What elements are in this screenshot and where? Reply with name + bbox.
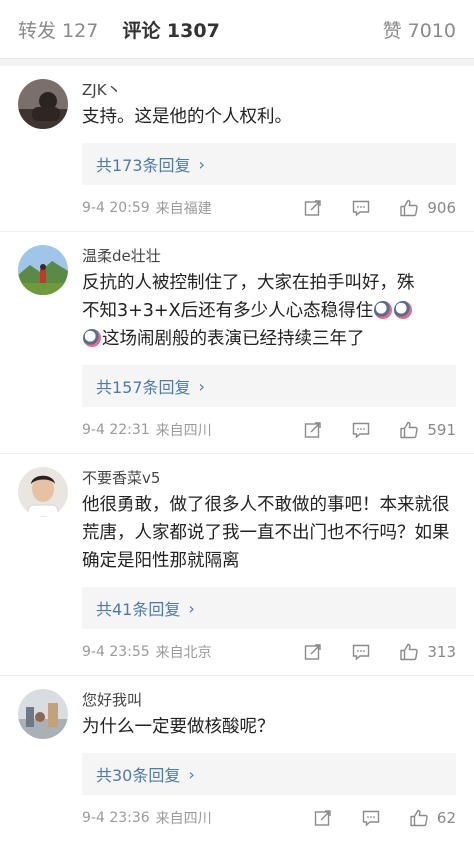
like-button[interactable]: 313 <box>399 642 456 662</box>
username[interactable]: ZJK丶 <box>82 79 456 101</box>
avatar[interactable] <box>18 689 68 739</box>
like-count: 313 <box>427 643 456 661</box>
comment-icon <box>362 810 380 827</box>
comment-source: 来自北京 <box>155 645 212 661</box>
comment-source: 来自四川 <box>155 811 212 827</box>
comment-actions: 591 <box>275 420 456 440</box>
comment-text-line: 不知3+3+X后还有多少人心态稳得住 <box>82 297 456 325</box>
like-button[interactable]: 591 <box>399 420 456 440</box>
avatar[interactable] <box>18 467 68 517</box>
comment-time: 9-4 23:55 <box>82 644 150 660</box>
comment-button[interactable] <box>351 420 371 440</box>
chevron-right-icon: › <box>198 154 205 174</box>
tab-bar: 转发 127 评论 1307 赞 7010 <box>0 0 474 59</box>
comment-button[interactable] <box>361 808 381 828</box>
thumbs-up-icon <box>400 199 419 217</box>
replies-link[interactable]: 共157条回复 › <box>82 365 456 407</box>
tab-reposts[interactable]: 转发 127 <box>18 16 98 43</box>
comment-text-fragment: 这场闹剧般的表演已经持续三年了 <box>102 329 365 349</box>
share-icon <box>305 200 322 216</box>
comment-text: 为什么一定要做核酸呢？ <box>82 717 275 737</box>
like-button[interactable]: 906 <box>399 198 456 218</box>
comment-text: 反抗的人被控制住了，大家在拍手叫好，殊 不知3+3+X后还有多少人心态稳得住 这… <box>82 269 456 353</box>
doge-emoji-icon <box>374 301 393 319</box>
avatar[interactable] <box>18 245 68 295</box>
replies-count: 共41条回复 <box>96 600 181 619</box>
replies-link[interactable]: 共173条回复 › <box>82 143 456 185</box>
comment-text: 支持。这是他的个人权利。 <box>82 107 292 127</box>
section-divider <box>0 59 474 66</box>
comment-icon <box>353 200 370 217</box>
replies-count: 共30条回复 <box>96 766 181 785</box>
comment-meta: 9-4 23:55 来自北京 313 <box>82 629 456 675</box>
username[interactable]: 温柔de壮壮 <box>82 245 456 267</box>
comment-source: 来自四川 <box>155 423 212 439</box>
comment-icon <box>353 422 370 439</box>
share-button[interactable] <box>313 808 333 828</box>
like-count: 906 <box>427 199 456 217</box>
comment-actions: 62 <box>285 808 456 828</box>
username[interactable]: 不要香菜v5 <box>82 467 456 489</box>
share-button[interactable] <box>303 642 323 662</box>
comment-text-line: 这场闹剧般的表演已经持续三年了 <box>82 325 456 353</box>
comment-item: 您好我叫 为什么一定要做核酸呢？ 共30条回复 › 9-4 23:36 来自四川… <box>0 676 474 841</box>
comment-text-fragment: 不知3+3+X后还有多少人心态稳得住 <box>82 301 374 321</box>
share-button[interactable] <box>303 198 323 218</box>
comment-time: 9-4 23:36 <box>82 810 150 826</box>
comment-item: 温柔de壮壮 反抗的人被控制住了，大家在拍手叫好，殊 不知3+3+X后还有多少人… <box>0 232 474 454</box>
comment-meta: 9-4 23:36 来自四川 62 <box>82 795 456 841</box>
comment-time: 9-4 22:31 <box>82 422 150 438</box>
doge-emoji-icon <box>83 329 101 347</box>
comment-button[interactable] <box>351 198 371 218</box>
chevron-right-icon: › <box>188 764 195 784</box>
thumbs-up-icon <box>400 421 419 439</box>
tab-comments[interactable]: 评论 1307 <box>122 16 220 43</box>
replies-count: 共157条回复 <box>96 378 191 397</box>
like-count: 591 <box>427 421 456 439</box>
comment-item: ZJK丶 支持。这是他的个人权利。 共173条回复 › 9-4 20:59 来自… <box>0 66 474 232</box>
comment-actions: 313 <box>275 642 456 662</box>
thumbs-up-icon <box>410 809 428 827</box>
avatar[interactable] <box>18 79 68 129</box>
comment-text-line: 反抗的人被控制住了，大家在拍手叫好，殊 <box>82 273 415 293</box>
tab-likes[interactable]: 赞 7010 <box>383 16 456 43</box>
comment-icon <box>353 644 370 661</box>
share-icon <box>305 644 322 660</box>
comment-actions: 906 <box>275 198 456 218</box>
share-button[interactable] <box>303 420 323 440</box>
replies-count: 共173条回复 <box>96 156 191 175</box>
share-icon <box>305 422 322 438</box>
comment-item: 不要香菜v5 他很勇敢，做了很多人不敢做的事吧！本来就很荒唐，人家都说了我一直不… <box>0 454 474 676</box>
doge-emoji-icon <box>394 301 413 319</box>
comment-source: 来自福建 <box>155 201 212 217</box>
like-button[interactable]: 62 <box>409 808 456 828</box>
comment-meta: 9-4 22:31 来自四川 591 <box>82 407 456 453</box>
like-count: 62 <box>436 809 456 827</box>
comment-button[interactable] <box>351 642 371 662</box>
comment-text: 他很勇敢，做了很多人不敢做的事吧！本来就很荒唐，人家都说了我一直不出门也不行吗？… <box>82 495 450 571</box>
chevron-right-icon: › <box>198 376 205 396</box>
share-icon <box>314 810 331 826</box>
comment-meta: 9-4 20:59 来自福建 906 <box>82 185 456 231</box>
username[interactable]: 您好我叫 <box>82 689 456 711</box>
comment-time: 9-4 20:59 <box>82 200 150 216</box>
replies-link[interactable]: 共41条回复 › <box>82 587 456 629</box>
replies-link[interactable]: 共30条回复 › <box>82 753 456 795</box>
chevron-right-icon: › <box>188 598 195 618</box>
thumbs-up-icon <box>400 643 419 661</box>
